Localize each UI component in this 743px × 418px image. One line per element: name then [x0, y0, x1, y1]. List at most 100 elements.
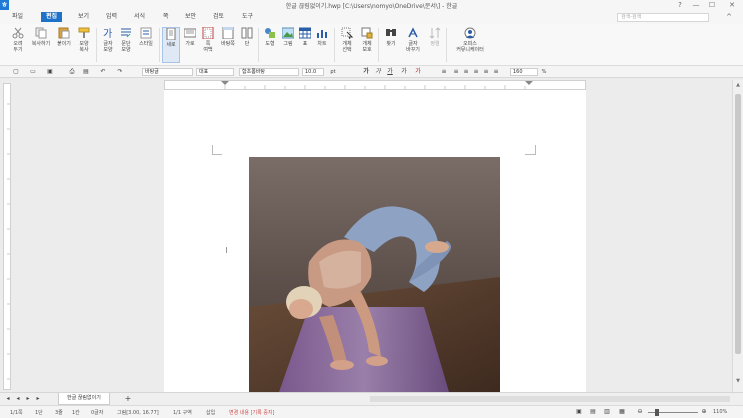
- chart-button[interactable]: 차트: [313, 27, 331, 47]
- horizontal-ruler[interactable]: [164, 80, 586, 90]
- font-color-icon[interactable]: 가: [414, 68, 422, 76]
- status-bar: 1/1쪽 1단 3줄 1칸 0글자 그림[3.00, 16.77] 1/1 구역…: [0, 405, 743, 418]
- align-justify-icon[interactable]: ≡: [440, 68, 448, 76]
- menu-view[interactable]: 보기: [78, 12, 89, 22]
- table-button[interactable]: 표: [296, 27, 314, 47]
- vertical-ruler[interactable]: [3, 83, 11, 390]
- view-outline-icon[interactable]: ▥: [603, 408, 611, 416]
- status-zoom[interactable]: 110%: [713, 409, 727, 415]
- view-web-icon[interactable]: ▤: [589, 408, 597, 416]
- tab-document[interactable]: 한글 끊림없이기: [58, 393, 110, 405]
- sort-button[interactable]: 정렬: [426, 27, 444, 47]
- line-spacing-input[interactable]: 160: [510, 68, 538, 76]
- save-icon[interactable]: ▣: [46, 68, 54, 76]
- page-margin-button[interactable]: 쪽 여백: [199, 27, 217, 53]
- menu-tools[interactable]: 도구: [242, 12, 253, 22]
- menu-edit[interactable]: 편집: [41, 12, 63, 22]
- strikethrough-icon[interactable]: 가: [400, 68, 408, 76]
- menu-file[interactable]: 파일: [12, 12, 23, 22]
- style-button[interactable]: 스타일: [136, 27, 156, 47]
- status-object: 그림[3.00, 16.77]: [117, 410, 159, 416]
- add-tab-button[interactable]: +: [124, 395, 132, 403]
- para-shape-button[interactable]: 문단 모양: [117, 27, 135, 53]
- language-select[interactable]: 대표: [196, 68, 234, 76]
- shape-button[interactable]: 도형: [261, 27, 279, 47]
- italic-icon[interactable]: 가: [374, 68, 382, 76]
- menu-page[interactable]: 쪽: [163, 12, 169, 22]
- find-button[interactable]: 찾기: [382, 27, 400, 47]
- redo-icon[interactable]: ↷: [116, 68, 124, 76]
- line-spacing-unit: %: [541, 69, 547, 75]
- status-insert-mode[interactable]: 삽입: [206, 409, 215, 416]
- zoom-in-icon[interactable]: ⊕: [700, 408, 708, 416]
- tab-nav-first-icon[interactable]: ◂: [4, 395, 12, 403]
- view-fullpage-icon[interactable]: ▦: [618, 408, 626, 416]
- vruler-ticks: [7, 103, 10, 380]
- vertical-page-button[interactable]: 세로: [162, 27, 180, 63]
- scroll-thumb[interactable]: [735, 94, 741, 354]
- protect-object-label: 개체 보호: [362, 41, 372, 53]
- picture-label: 그림: [283, 41, 293, 47]
- zoom-out-icon[interactable]: ⊖: [636, 408, 644, 416]
- menu-format[interactable]: 서식: [134, 12, 145, 22]
- style-select[interactable]: 바탕글: [142, 68, 193, 76]
- char-shape-button[interactable]: 가 글자 모양: [99, 27, 117, 53]
- tab-nav-prev-icon[interactable]: ◂: [14, 395, 22, 403]
- scroll-down-icon[interactable]: ▼: [734, 378, 742, 386]
- format-painter-button[interactable]: 모양 복사: [75, 27, 93, 53]
- yoga-photo[interactable]: [249, 157, 500, 392]
- tab-nav-next-icon[interactable]: ▸: [24, 395, 32, 403]
- crop-mark: [535, 145, 536, 155]
- menu-security[interactable]: 보안: [185, 12, 196, 22]
- menu-input[interactable]: 입력: [106, 12, 117, 22]
- yoga-photo-drawing: [249, 157, 500, 392]
- cut-button[interactable]: 오려 두기: [9, 27, 27, 53]
- bold-icon[interactable]: 가: [362, 68, 370, 76]
- picture-button[interactable]: 그림: [279, 27, 297, 47]
- font-unit: pt: [330, 69, 336, 75]
- zoom-slider-thumb[interactable]: [655, 409, 659, 416]
- align-right-icon[interactable]: ≡: [472, 68, 480, 76]
- select-object-button[interactable]: 개체 선택: [338, 27, 356, 53]
- status-track-changes[interactable]: 변경 내용 [기록 중지]: [229, 409, 274, 416]
- new-doc-icon[interactable]: ▢: [12, 68, 20, 76]
- horizontal-scrollbar[interactable]: [370, 396, 730, 402]
- maximize-button[interactable]: ☐: [705, 0, 719, 10]
- protect-object-button[interactable]: 개체 보호: [358, 27, 376, 53]
- column-button[interactable]: 단: [238, 27, 256, 47]
- master-page-button[interactable]: 바탕쪽: [218, 27, 238, 47]
- align-left-icon[interactable]: ≡: [452, 68, 460, 76]
- preview-icon[interactable]: ▤: [82, 68, 90, 76]
- print-icon[interactable]: ⎙: [68, 68, 76, 76]
- minimize-button[interactable]: —: [689, 0, 703, 10]
- align-split-icon[interactable]: ≡: [492, 68, 500, 76]
- ribbon-toggle-button[interactable]: ^: [722, 12, 736, 22]
- status-chars: 0글자: [91, 410, 104, 416]
- underline-icon[interactable]: 가: [386, 68, 394, 76]
- char-shape-icon: 가: [103, 28, 112, 39]
- close-button[interactable]: ✕: [725, 0, 739, 10]
- undo-icon[interactable]: ↶: [99, 68, 107, 76]
- help-button[interactable]: ?: [673, 0, 687, 10]
- font-size-input[interactable]: 10.0: [302, 68, 324, 76]
- vertical-scrollbar[interactable]: ▲ ▼: [732, 80, 743, 392]
- tab-nav-last-icon[interactable]: ▸: [34, 395, 42, 403]
- scroll-up-icon[interactable]: ▲: [734, 82, 742, 90]
- copy-button[interactable]: 복사하기: [31, 27, 51, 47]
- column-label: 단: [244, 41, 250, 47]
- font-select[interactable]: 함초롬바탕: [239, 68, 299, 76]
- ribbon-separator: [378, 28, 379, 62]
- search-input[interactable]: 검색-검색: [617, 13, 709, 22]
- sort-label: 정렬: [430, 41, 440, 47]
- open-folder-icon[interactable]: ▭: [29, 68, 37, 76]
- office-communicator-button[interactable]: 오피스 커뮤니케이터: [452, 27, 488, 53]
- menu-review[interactable]: 검토: [213, 12, 224, 22]
- format-toolbar: ▢ ▭ ▣ ⎙ ▤ ↶ ↷ 바탕글 대표 함초롬바탕 10.0 pt 가 가 가…: [0, 66, 743, 78]
- paste-button[interactable]: 붙이기: [55, 27, 73, 47]
- align-distribute-icon[interactable]: ≡: [482, 68, 490, 76]
- horizontal-page-button[interactable]: 가로: [181, 27, 199, 47]
- view-normal-icon[interactable]: ▣: [575, 408, 583, 416]
- ribbon-toolbar: 오려 두기 복사하기 붙이기 모양 복사 가 글자 모양 문단 모양 스타일 세…: [0, 24, 743, 66]
- replace-button[interactable]: 글자 바꾸기: [402, 27, 424, 53]
- align-center-icon[interactable]: ≡: [462, 68, 470, 76]
